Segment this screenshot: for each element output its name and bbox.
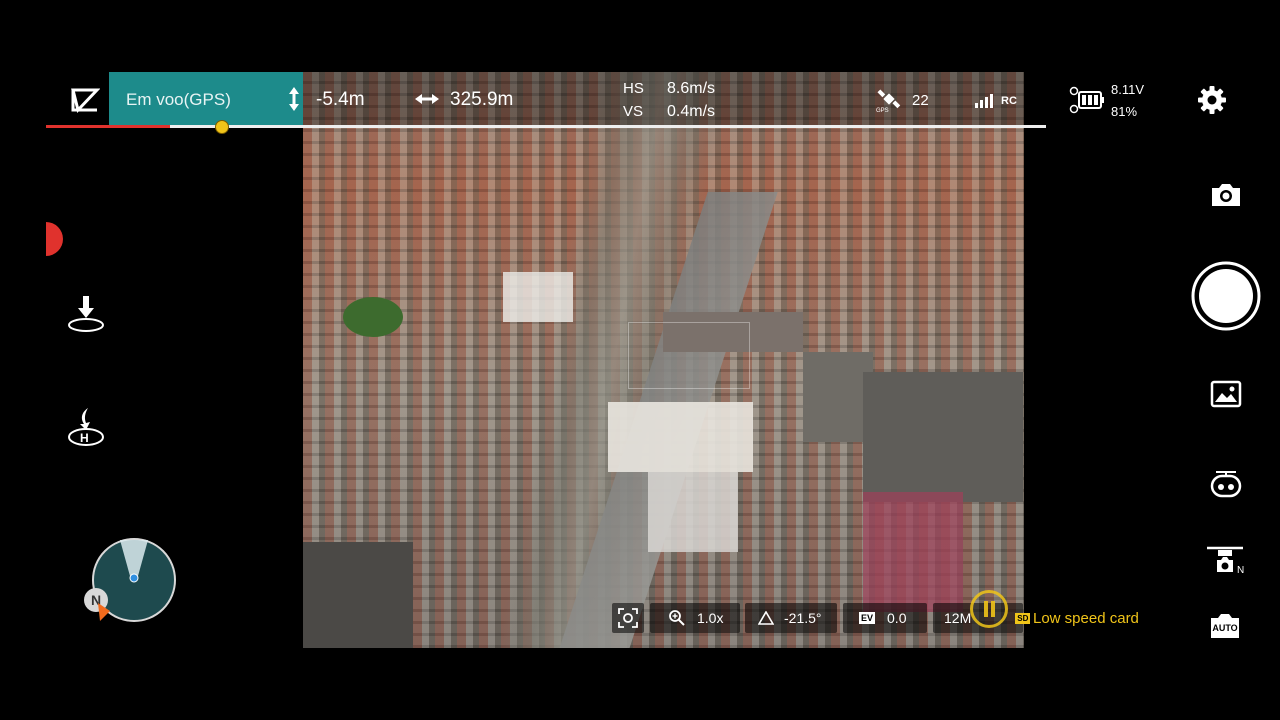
battery-percent: 81% — [1111, 104, 1138, 119]
hs-label: HS — [623, 80, 644, 97]
altitude-value: -5.4m — [316, 89, 365, 110]
gps-satellite-icon[interactable]: GPS — [876, 87, 902, 113]
gimbal-angle-icon — [758, 611, 774, 625]
flight-mode-pill[interactable]: Em voo(GPS) — [109, 72, 303, 127]
rooftop — [303, 542, 413, 648]
ev-label: EV — [859, 612, 876, 624]
sd-card-label: SD — [1015, 612, 1031, 624]
vertical-arrows-icon — [287, 85, 301, 113]
shutter-button-icon[interactable] — [1190, 260, 1262, 332]
gps-count: 22 — [912, 92, 929, 109]
resolution-value: 12M — [944, 610, 972, 626]
white-rooftop — [608, 402, 753, 472]
storage-warning: Low speed card — [1033, 610, 1139, 627]
gear-icon[interactable] — [1197, 85, 1227, 115]
tree — [343, 297, 403, 337]
flight-progress-bar — [46, 125, 1046, 128]
ev-value: 0.0 — [887, 610, 907, 626]
rc-label: RC — [1001, 95, 1017, 107]
exposure-control[interactable]: EV 0.0 — [843, 603, 927, 633]
focus-icon — [618, 608, 638, 628]
gimbal-angle-value: -21.5° — [784, 610, 822, 626]
rooftop — [648, 472, 738, 552]
svg-text:GPS: GPS — [876, 108, 889, 113]
focus-mode-button[interactable] — [612, 603, 644, 633]
camera-mode-icon[interactable] — [1208, 466, 1244, 502]
building — [863, 492, 963, 612]
flight-mode-label: Em voo(GPS) — [126, 90, 231, 109]
distance-value: 325.9m — [450, 89, 514, 110]
zoom-icon — [669, 610, 685, 626]
vs-label: VS — [623, 103, 644, 120]
dji-fly-logo-icon[interactable] — [70, 86, 100, 114]
hs-value: 8.6m/s — [667, 80, 716, 97]
horizontal-arrows-icon — [413, 92, 441, 106]
auto-label: AUTO — [1212, 623, 1238, 633]
gallery-icon[interactable] — [1210, 380, 1242, 408]
vs-value: 0.4m/s — [667, 103, 716, 120]
battery-voltage: 8.11V — [1111, 82, 1145, 97]
signal-bars-icon[interactable] — [975, 92, 997, 108]
focus-box — [628, 322, 750, 389]
auto-takeoff-icon[interactable] — [66, 294, 106, 334]
gimbal-angle-control[interactable]: -21.5° — [745, 603, 837, 633]
rooftop — [863, 372, 1023, 502]
white-rooftop — [503, 272, 573, 322]
storage-status-icon — [970, 590, 1008, 628]
return-to-home-icon[interactable]: H — [66, 406, 106, 448]
drone-nav-label: N — [1237, 565, 1245, 576]
progress-marker — [215, 120, 229, 134]
camera-icon[interactable] — [1209, 181, 1243, 209]
home-direction-icon — [96, 601, 112, 623]
side-panel-tab[interactable] — [46, 222, 63, 256]
auto-exposure-icon[interactable]: AUTO — [1209, 612, 1241, 640]
zoom-value: 1.0x — [697, 610, 724, 626]
svg-text:H: H — [80, 431, 89, 445]
zoom-control[interactable]: 1.0x — [650, 603, 740, 633]
camera-feed[interactable] — [303, 72, 1024, 648]
drone-battery-icon[interactable] — [1069, 86, 1105, 114]
